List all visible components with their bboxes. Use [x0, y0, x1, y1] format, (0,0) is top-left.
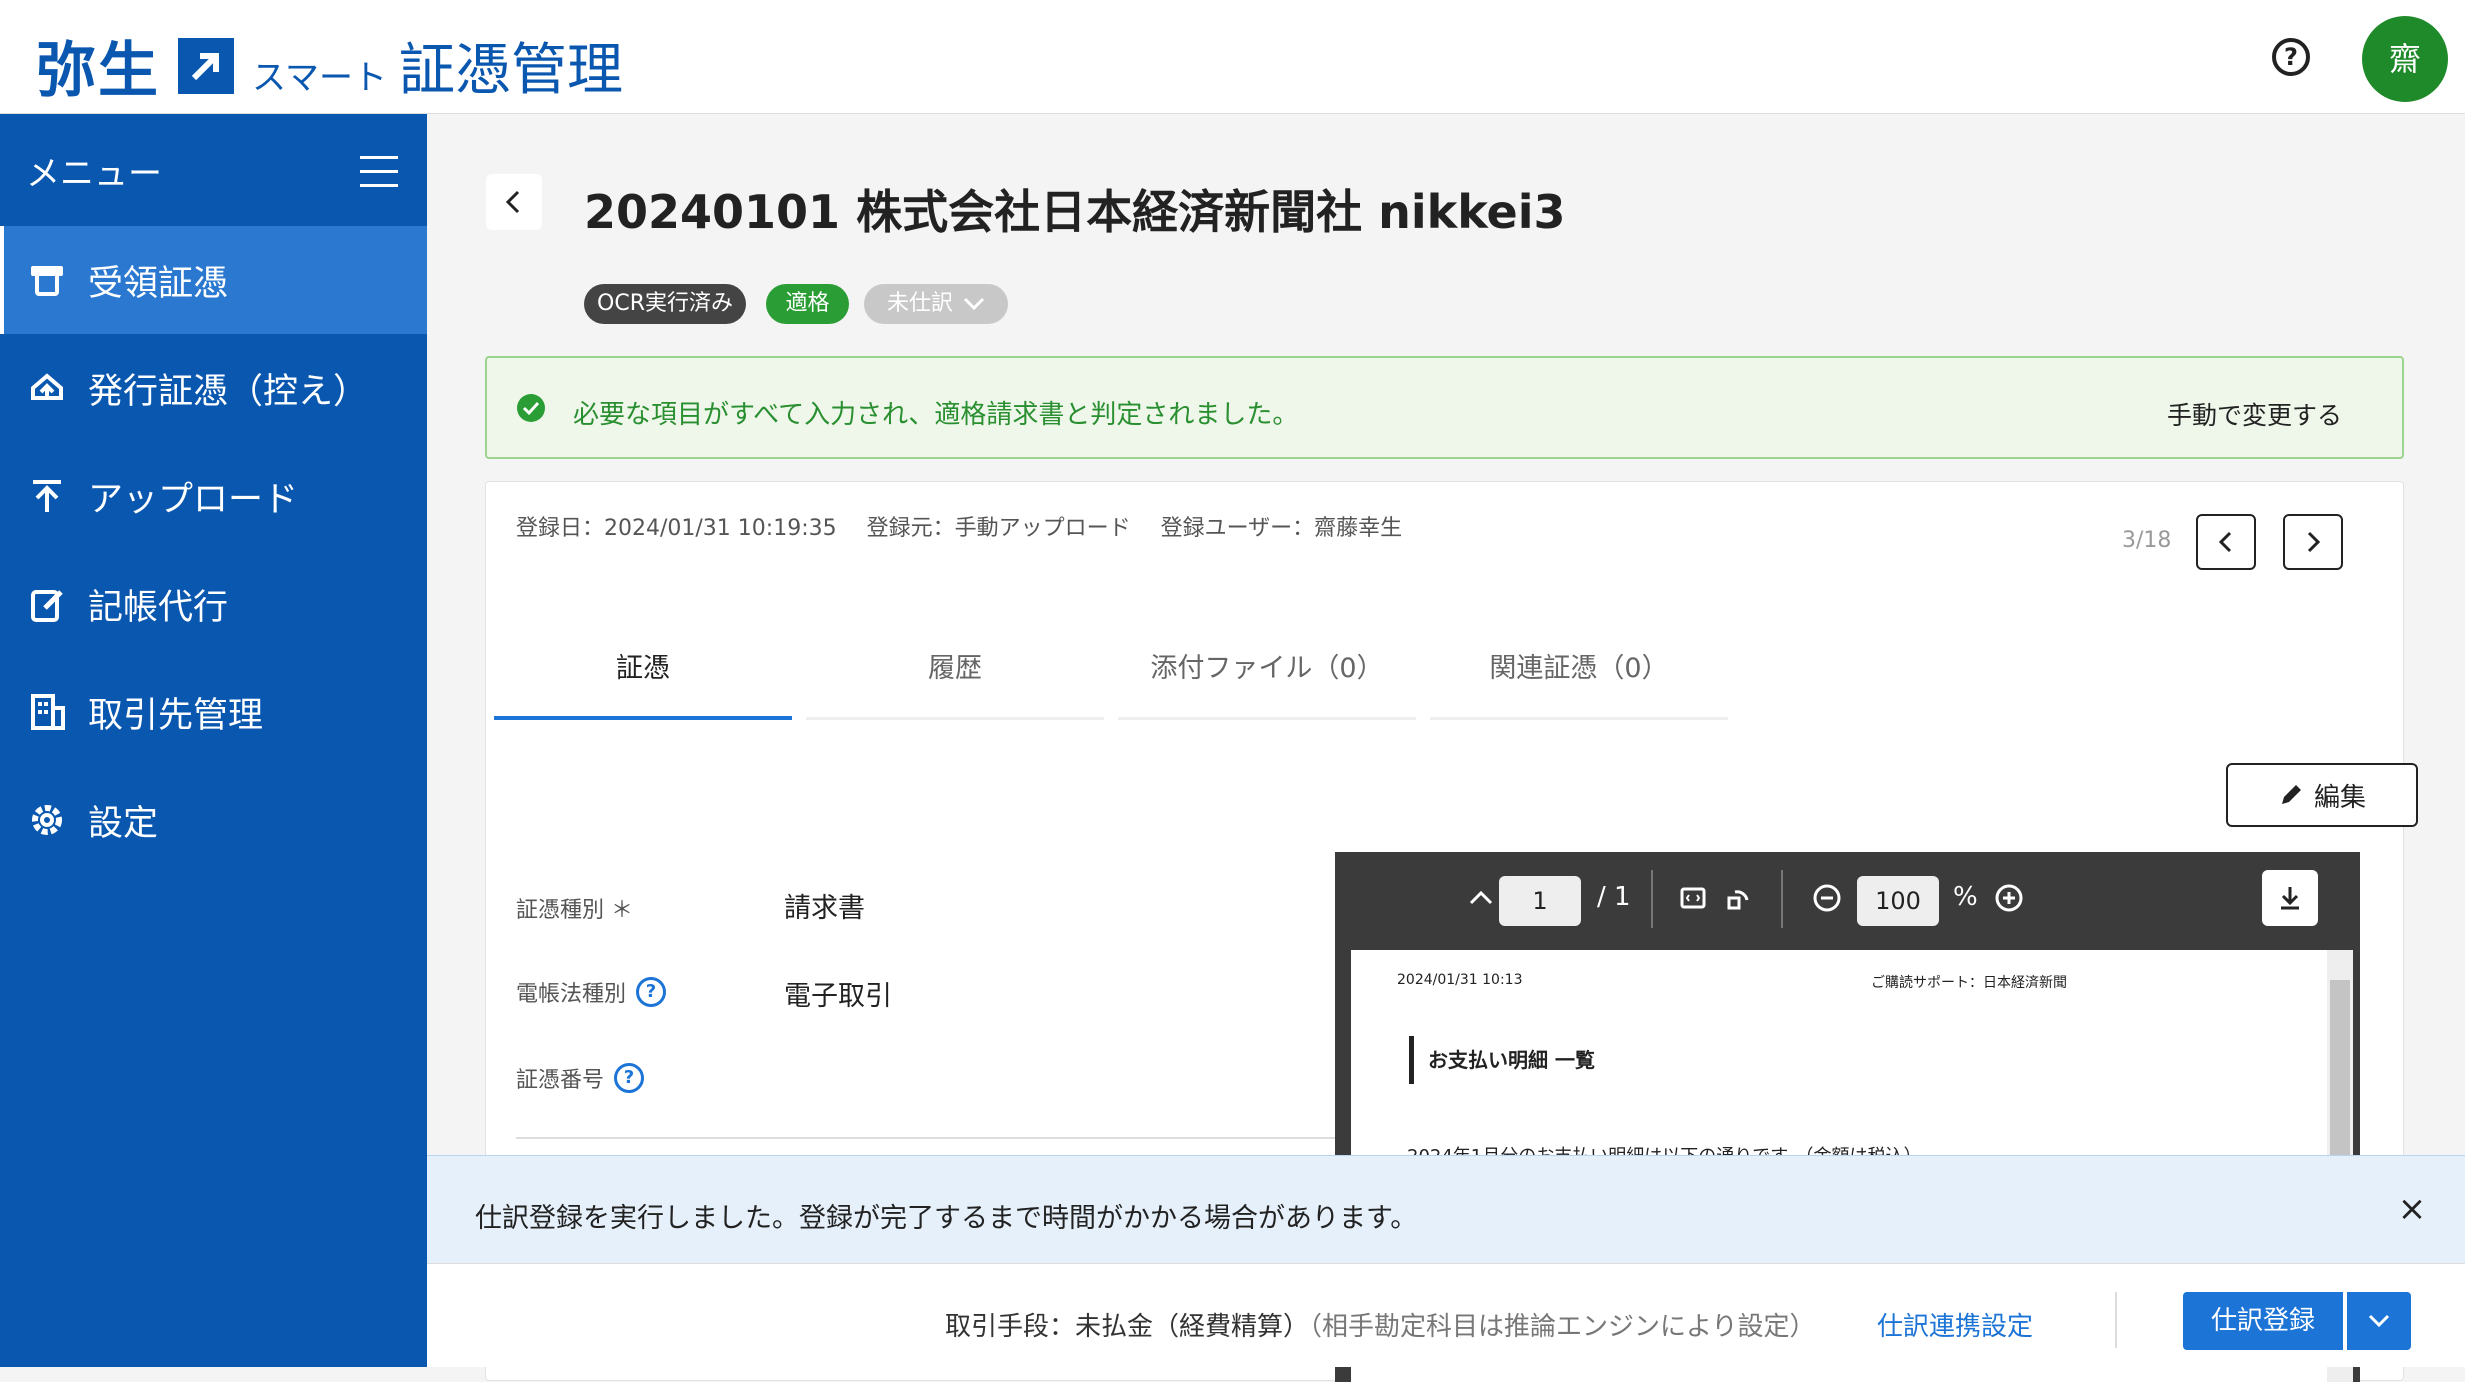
brand-name: 弥生 [36, 36, 160, 106]
pdf-page-date: 2024/01/31 10:13 [1397, 972, 1523, 988]
menu-label: メニュー [26, 154, 162, 194]
brand-arrow-icon [178, 37, 234, 94]
sidebar-item-partners[interactable]: 取引先管理 [0, 658, 427, 766]
manual-change-link[interactable]: 手動で変更する [2167, 396, 2342, 432]
document-meta: 登録日：2024/01/31 10:19:35 登録元：手動アップロード 登録ユ… [516, 510, 1402, 542]
sidebar-item-bookkeeping[interactable]: 記帳代行 [0, 550, 427, 658]
top-header: 弥生 スマート 証憑管理 ? 齋 [0, 0, 2465, 114]
sidebar-item-label: 設定 [88, 803, 159, 844]
product-name: スマート 証憑管理 [252, 38, 623, 103]
toolbar-separator [1781, 870, 1783, 928]
zoom-unit: % [1953, 882, 1978, 912]
document-number-label: 証憑番号 ? [516, 1062, 645, 1094]
notification-toast: 仕訳登録を実行しました。登録が完了するまで時間がかかる場合があります。 × [427, 1155, 2465, 1263]
pdf-page-heading: お支払い明細 一覧 [1409, 1036, 1595, 1084]
law-type-label: 電帳法種別 ? [516, 976, 667, 1008]
journal-status-dropdown[interactable]: 未仕訳 [864, 284, 1008, 324]
sidebar-item-upload[interactable]: アップロード [0, 442, 427, 550]
sidebar-item-label: 記帳代行 [88, 587, 229, 628]
sidebar-item-label: 取引先管理 [88, 695, 264, 736]
sidebar-item-settings[interactable]: 設定 [0, 766, 427, 874]
journal-status-label: 未仕訳 [886, 291, 953, 316]
help-icon[interactable]: ? [2272, 38, 2310, 76]
sidebar-item-received[interactable]: 受領証憑 [0, 226, 427, 334]
register-options-button[interactable] [2347, 1292, 2411, 1350]
pencil-icon [2281, 785, 2301, 804]
pdf-page-source: ご購読サポート：日本経済新聞 [1871, 975, 2067, 991]
chevron-left-icon [2218, 531, 2232, 553]
edit-label: 編集 [2313, 782, 2366, 813]
law-type-value: 電子取引 [784, 981, 892, 1012]
user-avatar[interactable]: 齋 [2362, 16, 2448, 102]
page-title: 20240101 株式会社日本経済新聞社 nikkei3 [584, 185, 1566, 239]
upload-icon [26, 475, 68, 517]
zoom-out-icon[interactable] [1811, 882, 1843, 914]
journal-link-settings[interactable]: 仕訳連携設定 [1877, 1306, 2033, 1343]
back-button[interactable] [486, 174, 542, 230]
tab-attachments[interactable]: 添付ファイル（0） [1118, 650, 1416, 720]
document-type-value: 請求書 [784, 893, 865, 924]
download-icon [2281, 887, 2299, 910]
app-logo[interactable]: 弥生 スマート 証憑管理 [36, 22, 623, 109]
rotate-icon[interactable] [1723, 882, 1755, 914]
bottom-action-bar: 取引手段：未払金（経費精算）（相手勘定科目は推論エンジンにより設定） 仕訳連携設… [427, 1263, 2465, 1367]
sidebar-item-label: 受領証憑 [88, 263, 229, 304]
help-icon[interactable]: ? [614, 1063, 645, 1093]
sidebar: メニュー 受領証憑 発行証憑（控え） アップロード 記帳代行 取引先管理 設定 [0, 114, 427, 1367]
ocr-status-badge: OCR実行済み [584, 284, 746, 324]
zoom-input[interactable]: 100 [1857, 876, 1939, 926]
edit-button[interactable]: 編集 [2226, 763, 2418, 827]
help-icon[interactable]: ? [636, 977, 667, 1007]
registered-user: 登録ユーザー：齋藤幸生 [1160, 516, 1403, 541]
prev-document-button[interactable] [2196, 514, 2256, 570]
fit-page-icon[interactable] [1677, 882, 1709, 914]
zoom-in-icon[interactable] [1993, 882, 2025, 914]
chevron-right-icon [2307, 531, 2321, 553]
toast-message: 仕訳登録を実行しました。登録が完了するまで時間がかかる場合があります。 [475, 1203, 1418, 1234]
registered-source: 登録元：手動アップロード [866, 516, 1131, 541]
building-icon [26, 691, 68, 733]
next-document-button[interactable] [2283, 514, 2343, 570]
close-icon[interactable]: × [2395, 1192, 2429, 1226]
pdf-toolbar: 1 / 1 100 % [1335, 852, 2360, 944]
alert-message: 必要な項目がすべて入力され、適格請求書と判定されました。 [573, 400, 1299, 430]
sidebar-item-issued[interactable]: 発行証憑（控え） [0, 334, 427, 442]
page-total: / 1 [1597, 882, 1631, 912]
download-button[interactable] [2262, 870, 2318, 926]
gear-icon [26, 799, 68, 841]
chevron-down-icon [963, 297, 985, 311]
pager-count: 3/18 [2122, 528, 2172, 553]
field-divider [516, 1137, 1336, 1139]
success-alert: 必要な項目がすべて入力され、適格請求書と判定されました。 手動で変更する [485, 356, 2404, 459]
sidebar-item-label: アップロード [88, 479, 299, 520]
registered-date: 登録日：2024/01/31 10:19:35 [516, 516, 837, 541]
cloud-upload-icon [26, 367, 68, 409]
transaction-method: 取引手段：未払金（経費精算）（相手勘定科目は推論エンジンにより設定） [945, 1312, 1816, 1342]
tab-document[interactable]: 証憑 [494, 650, 792, 720]
menu-header: メニュー [0, 114, 427, 226]
footer-separator [2115, 1292, 2117, 1348]
receipt-icon [26, 259, 68, 301]
document-type-label: 証憑種別 ＊ [516, 898, 633, 923]
toolbar-separator [1651, 870, 1653, 928]
hamburger-menu-icon[interactable] [360, 156, 398, 188]
chevron-left-icon [505, 190, 520, 214]
tab-history[interactable]: 履歴 [806, 650, 1104, 720]
edit-doc-icon [26, 583, 68, 625]
register-journal-button[interactable]: 仕訳登録 [2183, 1292, 2343, 1350]
sidebar-item-label: 発行証憑（控え） [88, 371, 369, 412]
check-circle-icon [517, 394, 545, 422]
page-number-input[interactable]: 1 [1499, 876, 1581, 926]
page-up-icon[interactable] [1465, 882, 1497, 914]
qualified-badge: 適格 [766, 284, 849, 324]
chevron-down-icon [2368, 1314, 2390, 1328]
tab-related[interactable]: 関連証憑（0） [1430, 650, 1728, 720]
